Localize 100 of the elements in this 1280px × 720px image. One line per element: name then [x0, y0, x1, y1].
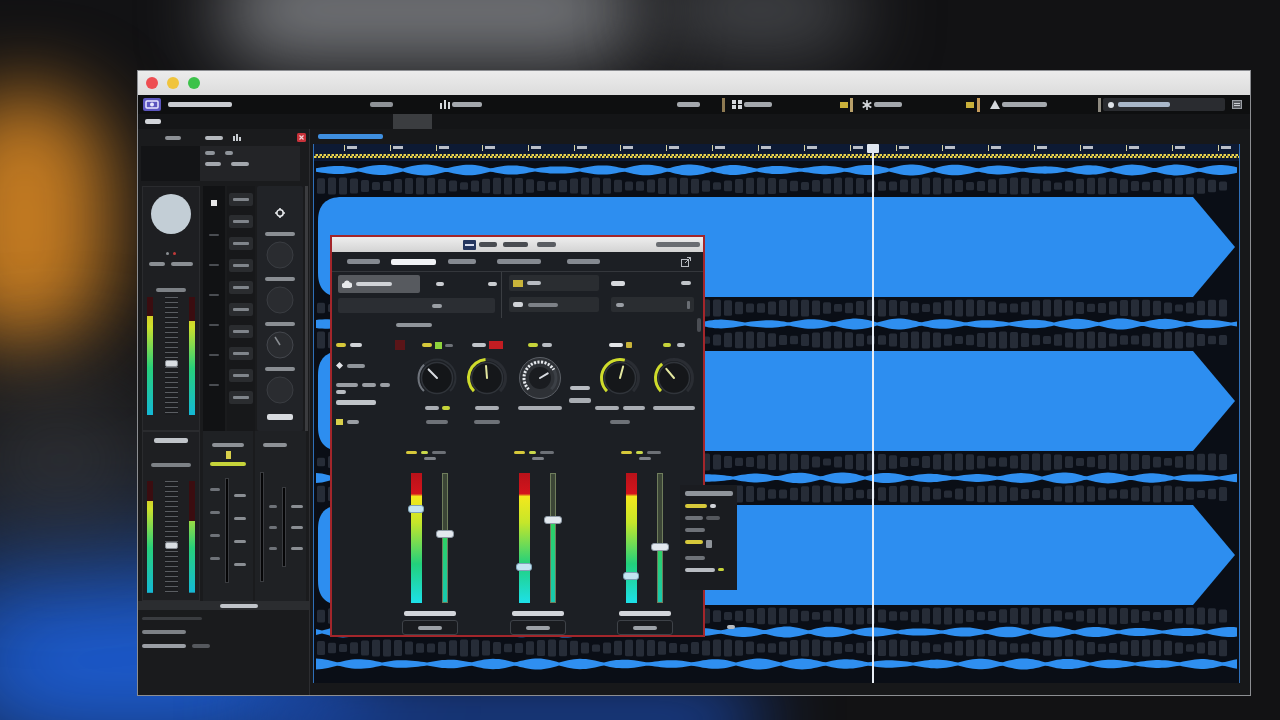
illegible-text: [168, 102, 232, 107]
illegible-text: [336, 390, 346, 394]
input-field[interactable]: [611, 297, 694, 312]
illegible-text: [685, 568, 715, 572]
illegible-text: [418, 625, 442, 630]
illegible-text: [205, 162, 221, 166]
illegible-text: [616, 302, 624, 307]
illegible-text: [1118, 102, 1170, 107]
fader-thumb[interactable]: [164, 359, 178, 367]
mixer-button[interactable]: [229, 215, 253, 228]
fader-thumb[interactable]: [164, 542, 178, 550]
fader[interactable]: [516, 473, 532, 603]
illegible-text: [432, 451, 446, 454]
mixer-button[interactable]: [229, 347, 253, 360]
mixer-button[interactable]: [229, 325, 253, 338]
illegible-text: [234, 563, 246, 566]
illegible-text: [424, 406, 439, 410]
mixer-button[interactable]: [229, 237, 253, 250]
close-icon[interactable]: [297, 133, 306, 142]
playhead[interactable]: [867, 144, 879, 683]
illegible-text: [263, 443, 287, 447]
illegible-text: [318, 134, 383, 139]
knob-track[interactable]: [600, 358, 640, 393]
popout-icon[interactable]: [681, 256, 691, 267]
value-field[interactable]: [617, 620, 673, 635]
indicator-light-icon: [336, 419, 343, 425]
value-field[interactable]: [402, 620, 458, 635]
mixer-button[interactable]: [229, 281, 253, 294]
illegible-text: [265, 367, 295, 371]
illegible-text: [681, 281, 691, 285]
knob-track[interactable]: [654, 358, 694, 393]
input-field[interactable]: [509, 297, 599, 312]
illegible-text: [619, 611, 671, 616]
fader-thumb[interactable]: [516, 562, 532, 571]
timeline-ruler[interactable]: [314, 144, 1239, 161]
illegible-text: [265, 277, 295, 281]
knob[interactable]: [518, 356, 562, 400]
illegible-text: [267, 414, 293, 420]
mixer-button[interactable]: [229, 391, 253, 404]
illegible-text: [685, 540, 703, 544]
illegible-text: [231, 162, 249, 166]
illegible-text: [225, 151, 233, 155]
illegible-text: [611, 280, 625, 286]
illegible-text: [421, 451, 428, 454]
fader[interactable]: [623, 473, 639, 603]
knob-track[interactable]: [417, 358, 457, 393]
indicator-light-icon: [966, 101, 974, 108]
grid-icon[interactable]: [732, 100, 742, 109]
illegible-text: [220, 603, 258, 608]
indicator-light-icon: [513, 279, 523, 287]
illegible-text: [336, 343, 346, 347]
preset-field[interactable]: [338, 275, 420, 293]
knob-track[interactable]: [467, 358, 507, 393]
illegible-text: [488, 282, 497, 286]
indicator-light-icon: [625, 342, 632, 348]
illegible-text: [156, 288, 186, 292]
illegible-text: [234, 540, 246, 543]
bars-icon[interactable]: [233, 134, 241, 141]
illegible-text: [149, 262, 165, 266]
slider[interactable]: [436, 473, 454, 603]
mixer-button[interactable]: [229, 193, 253, 206]
illegible-text: [537, 242, 556, 247]
indicator-light-icon: [225, 451, 231, 459]
gear-icon[interactable]: [275, 208, 285, 218]
illegible-text: [685, 528, 705, 532]
illegible-text: [744, 102, 772, 107]
mixer-button[interactable]: [229, 259, 253, 272]
illegible-text: [647, 451, 661, 454]
fader[interactable]: [408, 473, 424, 603]
input-field[interactable]: [509, 275, 599, 291]
input-field[interactable]: [338, 298, 495, 313]
illegible-text: [212, 443, 244, 447]
bars-icon[interactable]: [440, 100, 450, 109]
value-field[interactable]: [510, 620, 566, 635]
illegible-text: [210, 534, 220, 537]
illegible-text: [512, 611, 564, 616]
illegible-text: [205, 135, 223, 140]
illegible-text: [677, 102, 700, 107]
slider-thumb[interactable]: [544, 515, 562, 524]
illegible-text: [142, 616, 202, 620]
illegible-text: [380, 383, 390, 387]
slider[interactable]: [651, 473, 669, 603]
asterisk-icon[interactable]: [862, 99, 872, 110]
bar-icon: [687, 300, 690, 309]
diamond-icon: [336, 362, 343, 369]
list-icon[interactable]: [1232, 100, 1242, 109]
text-field[interactable]: [1103, 98, 1225, 111]
fader-thumb[interactable]: [623, 571, 639, 580]
fader-thumb[interactable]: [408, 505, 424, 514]
mixer-button[interactable]: [229, 303, 253, 316]
slider[interactable]: [544, 473, 562, 603]
illegible-text: [406, 451, 417, 454]
slider-thumb[interactable]: [436, 530, 454, 539]
triangle-icon[interactable]: [990, 100, 1000, 109]
mixer-button[interactable]: [229, 369, 253, 382]
illegible-text: [529, 451, 536, 454]
slider-thumb[interactable]: [651, 543, 669, 552]
illegible-text: [151, 463, 191, 467]
illegible-text: [639, 457, 651, 460]
app-logo-icon: [143, 98, 161, 111]
